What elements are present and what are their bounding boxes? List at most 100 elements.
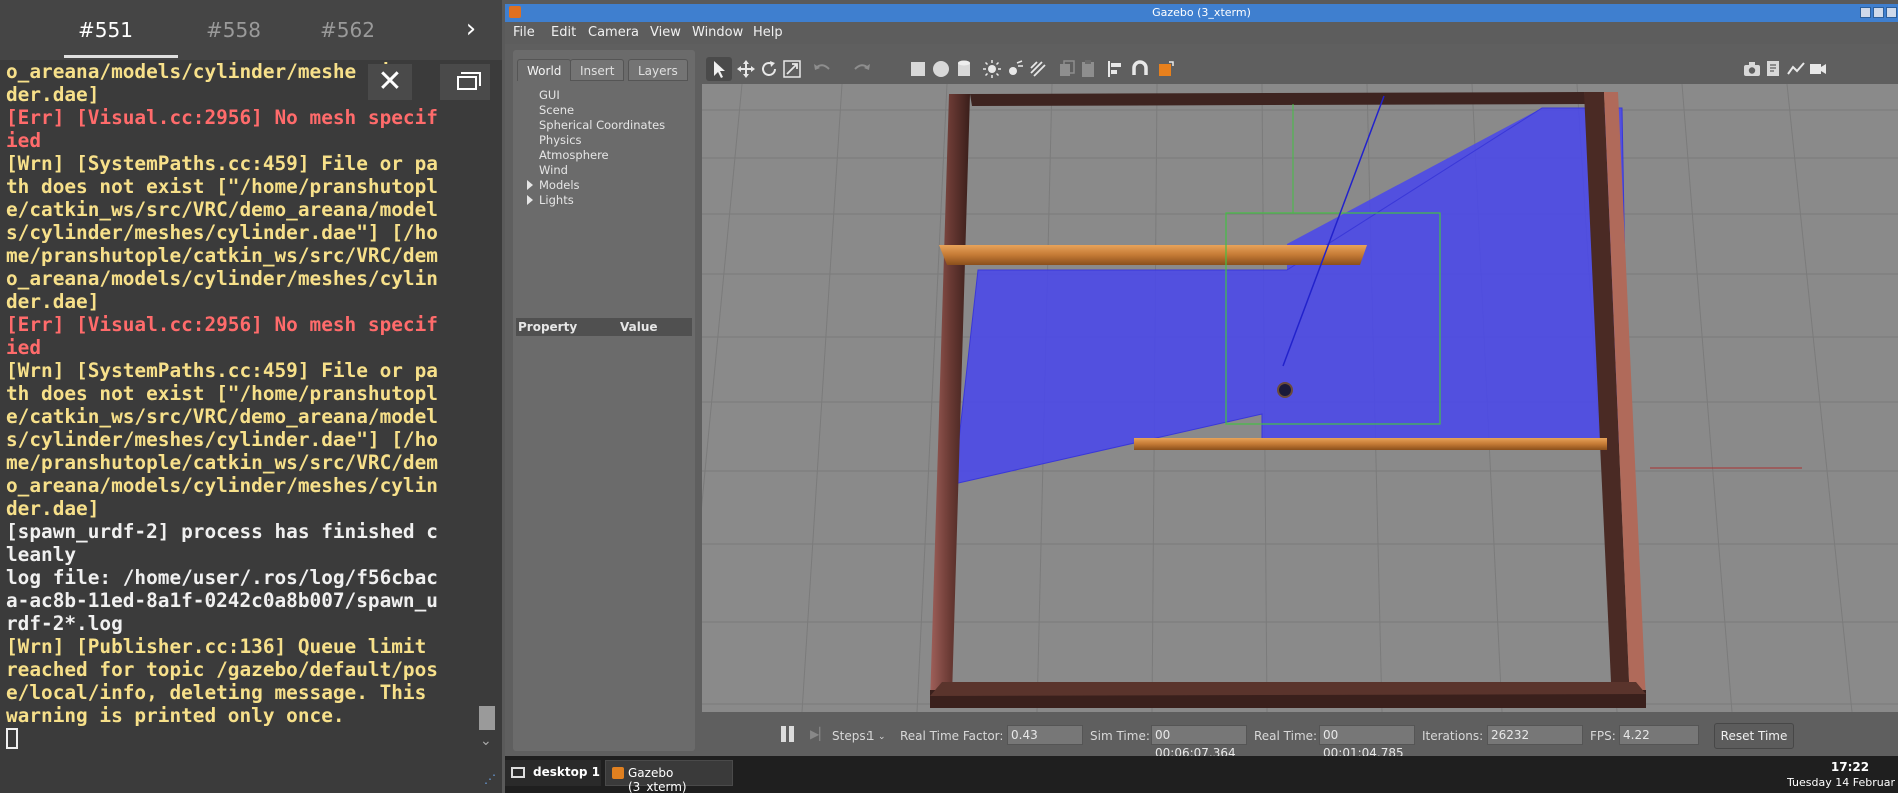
close-icon[interactable]: ✕ (368, 64, 412, 100)
terminal-line: [Wrn] [SystemPaths.cc:459] File or pa (6, 359, 438, 382)
scene-viewport[interactable] (702, 84, 1898, 712)
fps-value: 4.22 (1619, 725, 1699, 745)
fps-label: FPS: (1590, 729, 1616, 743)
terminal-line: leanly (6, 543, 77, 566)
cylinder-shape-icon[interactable] (954, 59, 974, 79)
robot-model[interactable] (1277, 382, 1293, 398)
paste-icon[interactable] (1078, 59, 1098, 79)
terminal-line: e/catkin_ws/src/VRC/demo_areana/model (6, 198, 438, 221)
screen: #551 #558 #562 › o_areana/models/cylinde… (0, 0, 1898, 793)
tree-item-lights[interactable]: Lights (539, 193, 574, 207)
terminal-line: [Wrn] [SystemPaths.cc:459] File or pa (6, 152, 438, 175)
undo-icon[interactable] (812, 59, 832, 79)
change-view-icon[interactable] (1156, 59, 1176, 79)
select-mode-icon[interactable] (706, 57, 732, 81)
terminal-scroll-thumb[interactable] (479, 706, 495, 730)
point-light-icon[interactable] (982, 59, 1002, 79)
tab-world[interactable]: World (517, 59, 572, 81)
chevron-down-icon[interactable]: ⌄ (480, 733, 492, 749)
resize-grip-icon[interactable]: ⋰ (484, 772, 500, 788)
terminal-line: me/pranshutople/catkin_ws/src/VRC/dem (6, 451, 438, 474)
expand-arrow-icon[interactable] (527, 195, 533, 205)
terminal-tab-562[interactable]: #562 (320, 18, 375, 42)
tree-item-gui[interactable]: GUI (539, 88, 560, 102)
align-icon[interactable] (1106, 59, 1126, 79)
terminal-tab-bar: #551 #558 #562 › (0, 0, 502, 60)
terminal-line: e/local/info, deleting message. This (6, 681, 427, 704)
step-forward-icon[interactable]: ▶▏ (810, 727, 828, 743)
menu-edit[interactable]: Edit (551, 25, 576, 40)
tree-item-atmosphere[interactable]: Atmosphere (539, 148, 609, 162)
terminal-cursor (6, 728, 18, 749)
pause-icon[interactable] (780, 726, 796, 744)
directional-light-icon[interactable] (1028, 59, 1048, 79)
active-tab-indicator (64, 55, 178, 58)
steps-label: Steps: (832, 729, 870, 743)
terminal-line: ied (6, 129, 42, 152)
redo-icon[interactable] (852, 59, 872, 79)
translate-mode-icon[interactable] (736, 59, 756, 79)
property-column-header: Property (518, 320, 578, 334)
menu-view[interactable]: View (650, 25, 681, 40)
spot-light-icon[interactable] (1005, 59, 1025, 79)
scale-mode-icon[interactable] (782, 59, 802, 79)
menu-file[interactable]: File (513, 25, 535, 40)
terminal-line: der.dae] (6, 497, 100, 520)
terminal-line: th does not exist ["/home/pranshutopl (6, 382, 438, 405)
terminal-line: rdf-2*.log (6, 612, 123, 635)
gazebo-window: Gazebo (3_xterm) File Edit Camera View W… (505, 0, 1898, 793)
reset-time-button[interactable]: Reset Time (1714, 723, 1794, 749)
maximize-button[interactable] (1873, 7, 1884, 18)
window-title-bar[interactable]: Gazebo (3_xterm) (505, 4, 1898, 22)
desktop-switcher[interactable]: desktop 1 (505, 760, 601, 786)
video-record-icon[interactable] (1808, 59, 1828, 79)
terminal-line: o_areana/models/cylinder/meshes/cylin (6, 474, 438, 497)
scene-render (702, 84, 1898, 712)
steps-value[interactable]: 1 (867, 729, 875, 743)
copy-icon[interactable] (1057, 59, 1077, 79)
menu-help[interactable]: Help (753, 25, 783, 40)
expand-arrow-icon[interactable] (527, 180, 533, 190)
taskbar: desktop 1 Gazebo (3_xterm) 17:22 Tuesday… (505, 756, 1898, 793)
real-time-factor-label: Real Time Factor: (900, 729, 1004, 743)
clock-time: 17:22 (1830, 760, 1870, 774)
terminal-scrollbar[interactable] (478, 60, 496, 750)
world-tree: GUI Scene Spherical Coordinates Physics … (519, 84, 689, 304)
simulation-status-bar: ▶▏ Steps: 1 ⌄ Real Time Factor: 0.43 Sim… (702, 714, 1898, 760)
gazebo-body: World Insert Layers GUI Scene Spherical … (505, 44, 1898, 760)
terminal-line: [spawn_urdf-2] process has finished c (6, 520, 438, 543)
tree-item-wind[interactable]: Wind (539, 163, 568, 177)
taskbar-item-gazebo[interactable]: Gazebo (3_xterm) (605, 760, 733, 793)
terminal-tab-558[interactable]: #558 (206, 18, 261, 42)
window-close-button[interactable] (1886, 7, 1897, 18)
menu-camera[interactable]: Camera (588, 25, 639, 40)
rotate-mode-icon[interactable] (759, 59, 779, 79)
desktop-label: desktop 1 (533, 765, 600, 779)
plot-icon[interactable] (1786, 59, 1806, 79)
tree-item-spherical-coordinates[interactable]: Spherical Coordinates (539, 118, 665, 132)
tree-item-scene[interactable]: Scene (539, 103, 574, 117)
terminal-line: a-ac8b-11ed-8a1f-0242c0a8b007/spawn_u (6, 589, 438, 612)
tab-layers[interactable]: Layers (628, 59, 688, 81)
value-column-header: Value (620, 320, 658, 334)
terminal-panel: #551 #558 #562 › o_areana/models/cylinde… (0, 0, 502, 793)
chevron-right-icon[interactable]: › (456, 14, 486, 46)
log-data-icon[interactable] (1764, 59, 1784, 79)
screenshot-camera-icon[interactable] (1742, 59, 1762, 79)
terminal-tab-551[interactable]: #551 (78, 18, 133, 42)
steps-spin-icon[interactable]: ⌄ (878, 732, 886, 742)
minimize-button[interactable] (1860, 7, 1871, 18)
box-shape-icon[interactable] (908, 59, 928, 79)
real-time-factor-value: 0.43 (1007, 725, 1083, 745)
sim-time-label: Sim Time: (1090, 729, 1150, 743)
real-time-value: 00 00:01:04.785 (1319, 725, 1415, 760)
tree-item-models[interactable]: Models (539, 178, 580, 192)
menu-window[interactable]: Window (692, 25, 743, 40)
tab-insert[interactable]: Insert (570, 59, 625, 81)
terminal-line: [Err] [Visual.cc:2956] No mesh specif (6, 106, 438, 129)
sphere-shape-icon[interactable] (931, 59, 951, 79)
snap-magnet-icon[interactable] (1130, 59, 1150, 79)
tree-item-physics[interactable]: Physics (539, 133, 582, 147)
terminal-line: warning is printed only once. (6, 704, 345, 727)
terminal-output[interactable]: o_areana/models/cylinder/meshe i der.dae]… (6, 60, 452, 760)
